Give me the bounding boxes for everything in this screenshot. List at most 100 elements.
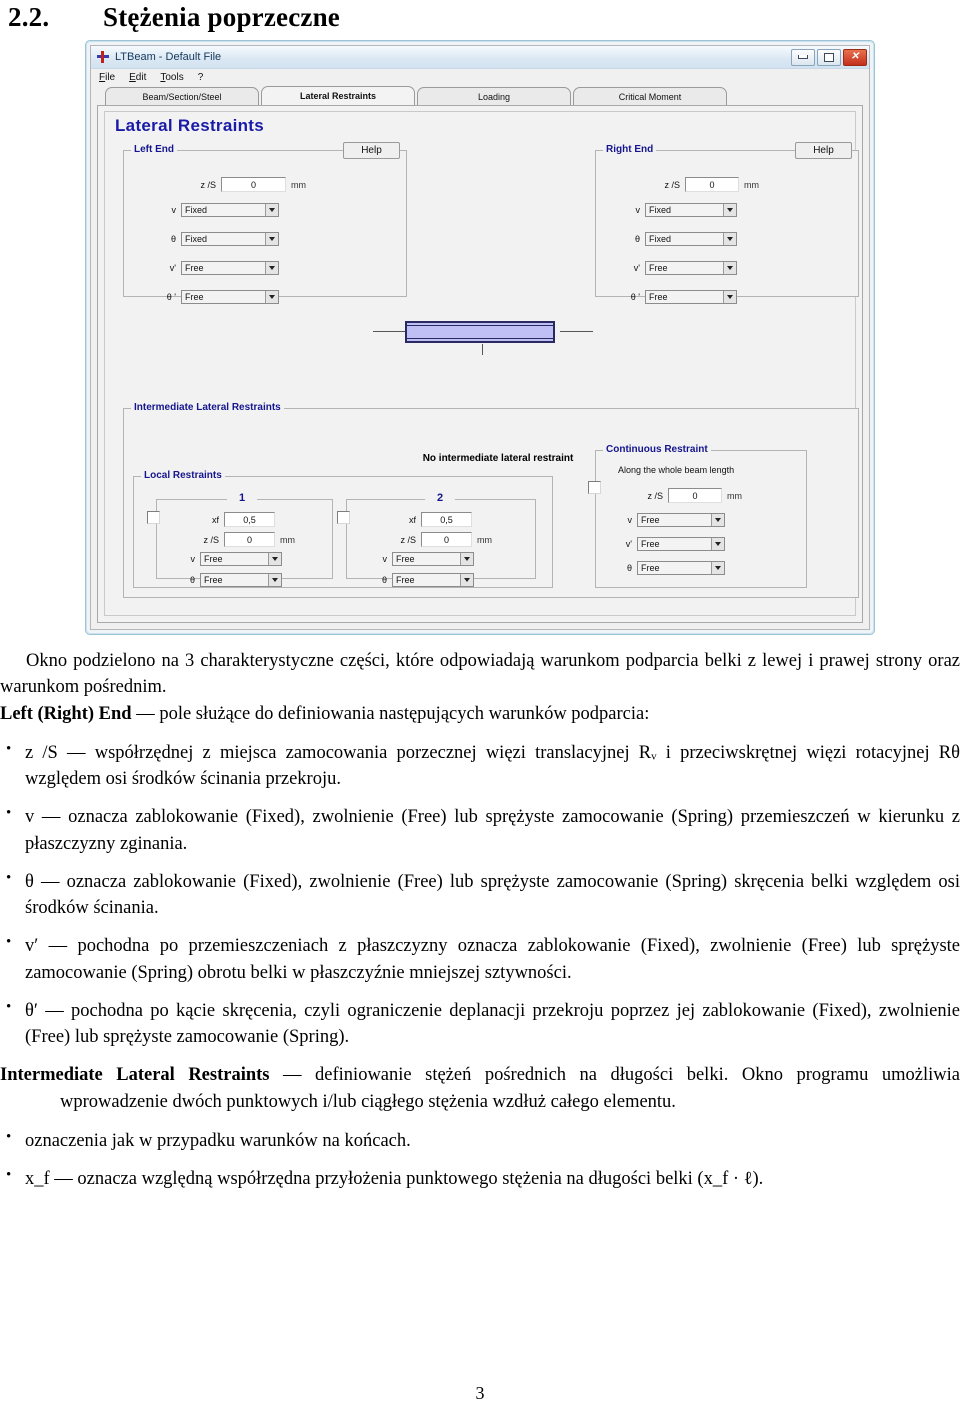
intermediate-term: Intermediate Lateral Restraints xyxy=(0,1065,270,1086)
close-button[interactable]: ✕ xyxy=(843,48,867,66)
local-1-v-row: v Free xyxy=(182,552,282,566)
right-end-theta-label: θ xyxy=(634,234,640,244)
left-end-theta-select[interactable]: Fixed xyxy=(181,232,279,246)
right-end-thetaprime-select[interactable]: Free xyxy=(645,290,737,304)
pane-heading: Lateral Restraints xyxy=(115,116,265,135)
left-end-vprime-select[interactable]: Free xyxy=(181,261,279,275)
chevron-down-icon xyxy=(268,553,281,565)
menu-item-help[interactable]: ? xyxy=(198,72,204,83)
local-1-v-select[interactable]: Free xyxy=(200,552,282,566)
chevron-down-icon xyxy=(711,514,724,526)
local-1-theta-label: θ xyxy=(189,575,195,585)
continuous-v-label: v xyxy=(627,515,633,525)
tab-label: Lateral Restraints xyxy=(299,91,377,101)
chevron-down-icon xyxy=(265,233,278,245)
local-1-xf-input[interactable]: 0,5 xyxy=(224,512,275,527)
end-conditions-list: z /S — współrzędnej z miejsca zamocowani… xyxy=(0,739,960,1051)
continuous-theta-select[interactable]: Free xyxy=(637,561,725,575)
tab-lateral-restraints[interactable]: Lateral Restraints xyxy=(261,86,415,105)
right-end-thetaprime-row: θ ' Free xyxy=(622,290,737,304)
right-end-zs-input[interactable]: 0 xyxy=(685,177,739,192)
menu-label-edit: dit xyxy=(135,72,147,83)
window-title-bar: LTBeam - Default File ✕ xyxy=(91,46,869,69)
continuous-zs-input[interactable]: 0 xyxy=(668,488,722,503)
continuous-vprime-label: v' xyxy=(625,539,632,549)
local-1-xf-row: xf 0,5 xyxy=(205,512,275,527)
ltbeam-screenshot: LTBeam - Default File ✕ File Edit Tools … xyxy=(85,40,875,635)
continuous-v-select[interactable]: Free xyxy=(637,513,725,527)
left-end-v-value: Fixed xyxy=(185,205,208,215)
local-1-zs-row: z /S 0 mm xyxy=(192,532,295,547)
tab-beam-section-steel[interactable]: Beam/Section/Steel xyxy=(105,87,259,105)
window-title: LTBeam - Default File xyxy=(115,51,222,63)
left-end-v-select[interactable]: Fixed xyxy=(181,203,279,217)
continuous-vprime-select[interactable]: Free xyxy=(637,537,725,551)
menu-label-file: ile xyxy=(105,72,116,83)
left-end-legend: Left End xyxy=(131,144,177,155)
local-2-xf-input[interactable]: 0,5 xyxy=(421,512,472,527)
local-1-zs-input[interactable]: 0 xyxy=(224,532,275,547)
list-item: oznaczenia jak w przypadku warunków na k… xyxy=(0,1127,960,1154)
intermediate-conditions-list: oznaczenia jak w przypadku warunków na k… xyxy=(0,1127,960,1193)
document-body: Okno podzielono na 3 charakterystyczne c… xyxy=(0,648,960,1205)
local-2-zs-input[interactable]: 0 xyxy=(421,532,472,547)
right-end-vprime-label: v' xyxy=(633,263,640,273)
left-end-zs-row: z /S 0 mm xyxy=(190,177,306,192)
local-1-v-label: v xyxy=(190,554,196,564)
chevron-down-icon xyxy=(723,262,736,274)
right-end-v-label: v xyxy=(635,205,641,215)
left-right-end-desc: — pole służące do definiowania następują… xyxy=(136,703,650,724)
right-end-v-select[interactable]: Fixed xyxy=(645,203,737,217)
continuous-vprime-value: Free xyxy=(641,539,660,549)
continuous-vprime-row: v' Free xyxy=(618,537,725,551)
left-end-theta-row: θ Fixed xyxy=(162,232,279,246)
tab-content-pane: Lateral Restraints Left End Help z /S 0 … xyxy=(97,105,863,623)
intro-paragraph: Okno podzielono na 3 charakterystyczne c… xyxy=(0,651,960,698)
chevron-down-icon xyxy=(460,553,473,565)
chevron-down-icon xyxy=(460,574,473,586)
menu-item-tools[interactable]: Tools xyxy=(160,72,183,83)
minimize-button[interactable] xyxy=(791,48,815,66)
right-end-theta-select[interactable]: Fixed xyxy=(645,232,737,246)
chevron-down-icon xyxy=(711,538,724,550)
local-2-v-label: v xyxy=(382,554,388,564)
local-restraint-2-checkbox[interactable] xyxy=(337,511,350,524)
left-end-thetaprime-select[interactable]: Free xyxy=(181,290,279,304)
tab-label: Critical Moment xyxy=(618,91,682,102)
list-item: v — oznacza zablokowanie (Fixed), zwolni… xyxy=(0,803,960,857)
tab-loading[interactable]: Loading xyxy=(417,87,571,105)
tab-critical-moment[interactable]: Critical Moment xyxy=(573,87,727,105)
local-2-v-select[interactable]: Free xyxy=(392,552,474,566)
chevron-down-icon xyxy=(268,574,281,586)
left-end-thetaprime-row: θ ' Free xyxy=(158,290,279,304)
local-1-theta-select[interactable]: Free xyxy=(200,573,282,587)
list-item: θ — oznacza zablokowanie (Fixed), zwolni… xyxy=(0,868,960,922)
local-2-theta-row: θ Free xyxy=(374,573,474,587)
menu-item-file[interactable]: File xyxy=(99,72,115,83)
menu-item-edit[interactable]: Edit xyxy=(129,72,146,83)
local-2-v-value: Free xyxy=(396,554,415,564)
tab-label: Beam/Section/Steel xyxy=(142,91,222,102)
continuous-restraint-checkbox[interactable] xyxy=(588,481,601,494)
right-end-vprime-value: Free xyxy=(649,263,668,273)
local-restraint-1-checkbox[interactable] xyxy=(147,511,160,524)
continuous-theta-label: θ xyxy=(626,563,632,573)
tab-label: Loading xyxy=(477,91,511,102)
maximize-button[interactable] xyxy=(817,48,841,66)
local-2-theta-label: θ xyxy=(381,575,387,585)
right-end-vprime-select[interactable]: Free xyxy=(645,261,737,275)
local-2-v-row: v Free xyxy=(374,552,474,566)
right-end-thetaprime-value: Free xyxy=(649,292,668,302)
left-end-zs-input[interactable]: 0 xyxy=(221,177,286,192)
minimize-icon xyxy=(798,55,808,59)
no-intermediate-status: No intermediate lateral restraint xyxy=(422,453,574,464)
local-2-theta-select[interactable]: Free xyxy=(392,573,474,587)
right-end-group: Right End Help z /S 0 mm v Fixed θ Fixed… xyxy=(595,142,859,304)
continuous-zs-unit: mm xyxy=(727,490,742,501)
left-end-help-button[interactable]: Help xyxy=(343,142,400,159)
list-item: v′ — pochodna po przemieszczeniach z pła… xyxy=(0,932,960,986)
beam-diagram xyxy=(373,308,593,356)
close-icon: ✕ xyxy=(850,51,860,62)
right-end-help-button[interactable]: Help xyxy=(795,142,852,159)
right-end-zs-row: z /S 0 mm xyxy=(654,177,759,192)
